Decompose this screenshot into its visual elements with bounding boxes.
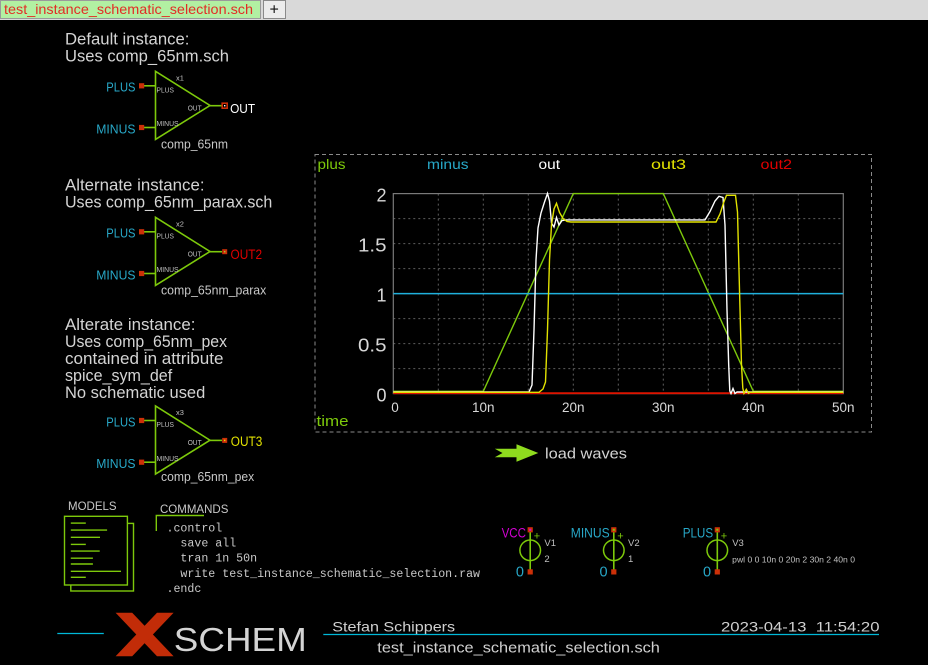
svg-text:MINUS: MINUS: [157, 119, 179, 128]
svg-text:1: 1: [628, 554, 633, 565]
svg-text:MINUS: MINUS: [96, 456, 136, 471]
svg-text:Stefan Schippers: Stefan Schippers: [332, 619, 455, 635]
svg-text:OUT2: OUT2: [231, 247, 263, 262]
svg-text:+: +: [721, 531, 727, 543]
svg-text:V3: V3: [732, 538, 744, 549]
svg-text:PLUS: PLUS: [106, 414, 135, 429]
svg-text:tran 1n 50n: tran 1n 50n: [167, 553, 258, 566]
svg-text:0: 0: [391, 400, 399, 415]
svg-text:minus: minus: [427, 157, 469, 172]
svg-text:No schematic used: No schematic used: [65, 384, 205, 402]
svg-text:+: +: [617, 531, 623, 543]
svg-text:0.5: 0.5: [358, 336, 387, 356]
svg-text:+: +: [534, 531, 540, 543]
svg-text:time: time: [317, 414, 349, 430]
svg-text:0: 0: [600, 565, 608, 581]
svg-text:10n: 10n: [472, 400, 495, 415]
svg-text:MINUS: MINUS: [157, 454, 179, 463]
svg-text:x3: x3: [176, 408, 184, 417]
svg-text:40n: 40n: [742, 400, 765, 415]
svg-text:50n: 50n: [832, 400, 855, 415]
svg-text:OUT: OUT: [188, 103, 202, 112]
svg-text:30n: 30n: [652, 400, 675, 415]
svg-text:V1: V1: [544, 538, 556, 549]
svg-text:20n: 20n: [562, 400, 585, 415]
svg-text:contained in attribute: contained in attribute: [65, 350, 224, 368]
svg-text:Uses comp_65nm.sch: Uses comp_65nm.sch: [65, 48, 229, 66]
svg-text:out2: out2: [761, 157, 793, 172]
svg-text:V2: V2: [628, 538, 640, 549]
svg-text:Uses comp_65nm_pex: Uses comp_65nm_pex: [65, 333, 228, 351]
svg-text:OUT3: OUT3: [231, 434, 262, 449]
svg-text:VCC: VCC: [502, 526, 527, 541]
svg-text:1: 1: [376, 286, 386, 306]
svg-text:PLUS: PLUS: [157, 420, 175, 429]
svg-text:pwl 0 0 10n 0 20n 2 30n 2 40n: pwl 0 0 10n 0 20n 2 30n 2 40n 0: [732, 555, 855, 565]
svg-text:Alterate instance:: Alterate instance:: [65, 316, 195, 334]
svg-text:PLUS: PLUS: [683, 526, 713, 541]
svg-text:x2: x2: [176, 220, 184, 229]
svg-text:x1: x1: [176, 74, 184, 83]
svg-text:comp_65nm_parax: comp_65nm_parax: [161, 283, 267, 297]
svg-text:Alternate instance:: Alternate instance:: [65, 177, 205, 195]
svg-text:PLUS: PLUS: [106, 80, 135, 95]
svg-text:MODELS: MODELS: [68, 501, 117, 513]
svg-text:save all: save all: [167, 538, 237, 551]
svg-text:OUT: OUT: [188, 438, 202, 447]
svg-text:load waves: load waves: [545, 446, 627, 463]
svg-text:out3: out3: [651, 157, 686, 172]
svg-text:write test_instance_schematic_: write test_instance_schematic_selection.…: [167, 568, 481, 581]
svg-text:test_instance_schematic_select: test_instance_schematic_selection.sch: [4, 1, 253, 17]
svg-text:2: 2: [544, 554, 549, 565]
svg-text:2: 2: [376, 186, 386, 206]
svg-text:1.5: 1.5: [358, 236, 387, 256]
svg-text:spice_sym_def: spice_sym_def: [65, 367, 173, 385]
svg-text:OUT: OUT: [188, 249, 202, 258]
svg-text:PLUS: PLUS: [157, 85, 175, 94]
svg-text:OUT: OUT: [230, 101, 255, 116]
svg-text:comp_65nm: comp_65nm: [161, 137, 228, 151]
svg-text:.control: .control: [167, 523, 223, 536]
svg-text:0: 0: [516, 565, 524, 581]
svg-text:MINUS: MINUS: [96, 121, 136, 136]
svg-text:.endc: .endc: [167, 583, 202, 596]
svg-text:Default instance:: Default instance:: [65, 31, 189, 49]
svg-text:Uses comp_65nm_parax.sch: Uses comp_65nm_parax.sch: [65, 194, 272, 212]
svg-text:MINUS: MINUS: [571, 526, 610, 541]
svg-text:test_instance_schematic_select: test_instance_schematic_selection.sch: [377, 640, 660, 657]
svg-text:comp_65nm_pex: comp_65nm_pex: [161, 470, 255, 484]
svg-text:out: out: [539, 157, 561, 172]
svg-text:+: +: [270, 2, 279, 19]
svg-text:PLUS: PLUS: [106, 226, 135, 241]
svg-text:MINUS: MINUS: [157, 265, 179, 274]
svg-text:plus: plus: [318, 157, 346, 172]
svg-text:2023-04-13 11:54:20: 2023-04-13 11:54:20: [721, 619, 880, 635]
svg-text:0: 0: [376, 386, 386, 406]
svg-text:SCHEM: SCHEM: [174, 621, 307, 658]
svg-text:COMMANDS: COMMANDS: [160, 504, 229, 516]
svg-text:0: 0: [703, 565, 711, 581]
svg-text:PLUS: PLUS: [157, 231, 175, 240]
svg-text:MINUS: MINUS: [96, 267, 136, 282]
